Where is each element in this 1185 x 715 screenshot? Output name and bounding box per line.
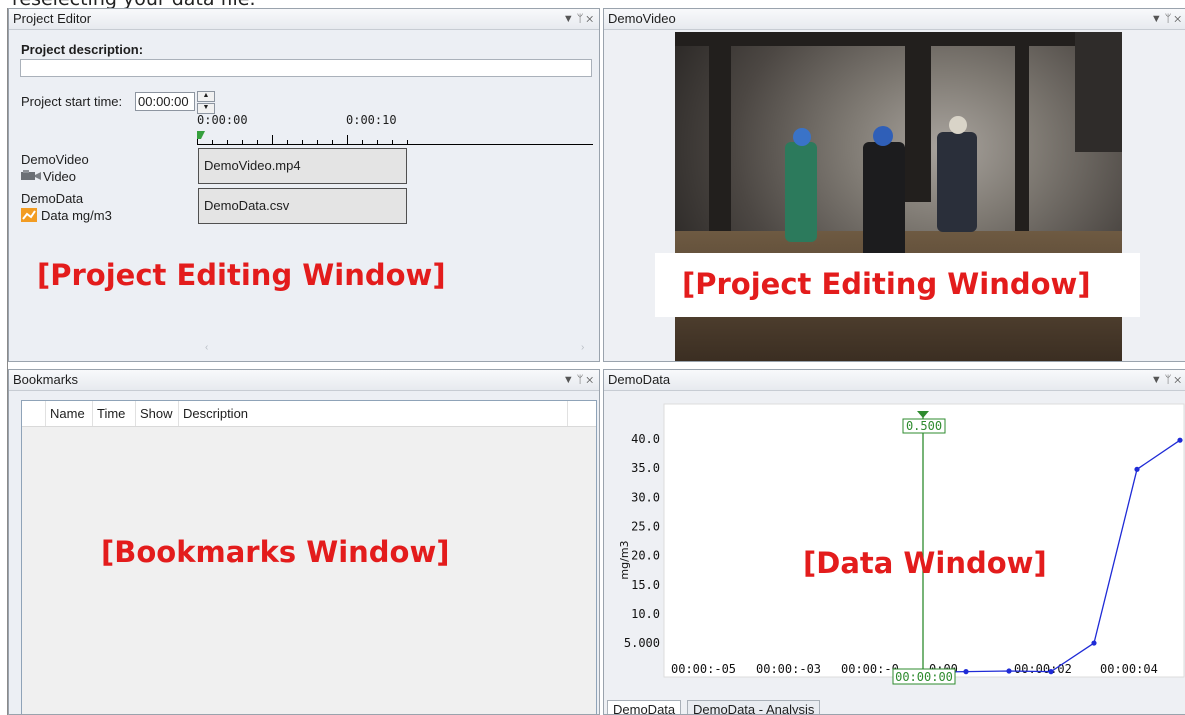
x-tick-label: 00:00:04	[1100, 662, 1158, 676]
dropdown-icon[interactable]: ▼	[563, 13, 577, 25]
cursor-time-label: 00:00:00	[895, 670, 953, 684]
col-show[interactable]: Show	[136, 401, 179, 426]
bookmarks-panel: Bookmarks ▼ᛘ✕ Name Time Show Description…	[8, 369, 600, 715]
start-time-input[interactable]: 00:00:00	[135, 92, 195, 111]
project-editor-panel: Project Editor ▼ᛘ✕ Project description: …	[8, 8, 600, 362]
data-point	[1006, 668, 1012, 674]
bookmarks-header: Bookmarks ▼ᛘ✕	[9, 370, 599, 391]
y-tick-label: 40.0	[631, 432, 660, 446]
track-type-data: Data mg/m3	[21, 208, 112, 223]
spin-up-icon[interactable]: ▲	[197, 91, 215, 102]
plot-area	[663, 403, 1185, 678]
track-name-demodata: DemoData	[21, 191, 84, 206]
data-point	[1134, 466, 1140, 472]
col-description[interactable]: Description	[179, 401, 568, 426]
video-camera-icon	[21, 170, 41, 180]
data-header: DemoData ▼ᛘ✕	[604, 370, 1185, 391]
dropdown-icon[interactable]: ▼	[563, 374, 577, 386]
data-chart-icon	[21, 208, 37, 222]
data-chart[interactable]: 40.0 35.0 30.0 25.0 20.0 15.0 10.0 5.000 mg/m3 00…	[604, 390, 1185, 700]
bookmarks-title: Bookmarks	[13, 372, 79, 387]
playhead-marker-icon[interactable]	[197, 131, 205, 139]
data-title: DemoData	[608, 372, 671, 387]
col-time[interactable]: Time	[93, 401, 136, 426]
y-tick-label: 30.0	[631, 490, 660, 504]
video-overlay-label: [Project Editing Window]	[682, 267, 1091, 301]
y-tick-label: 15.0	[631, 578, 660, 592]
y-tick-label: 25.0	[631, 519, 660, 533]
start-time-label: Project start time:	[21, 94, 123, 109]
data-tab-strip: DemoData DemoData - Analysis	[604, 700, 1185, 714]
scroll-left-icon[interactable]: ‹	[205, 342, 208, 353]
x-tick-label: 00:00:-03	[756, 662, 821, 676]
pin-icon[interactable]: ᛘ	[577, 13, 587, 25]
y-tick-label: 10.0	[631, 607, 660, 621]
project-description-input[interactable]	[20, 59, 592, 77]
video-panel: DemoVideo ▼ᛘ✕ [Project Editing Window]	[603, 8, 1185, 362]
close-icon[interactable]: ✕	[586, 374, 596, 386]
y-tick-label: 5.000	[624, 636, 660, 650]
video-header: DemoVideo ▼ᛘ✕	[604, 9, 1185, 30]
ruler-label-10s: 0:00:10	[346, 113, 397, 127]
close-icon[interactable]: ✕	[586, 13, 596, 25]
data-point	[963, 669, 969, 675]
x-tick-label: 00:00:-0	[841, 662, 899, 676]
x-tick-label: 00:00:-05	[671, 662, 736, 676]
project-editor-header: Project Editor ▼ᛘ✕	[9, 9, 599, 30]
video-title: DemoVideo	[608, 11, 676, 26]
project-editing-overlay-label: [Project Editing Window]	[37, 258, 446, 292]
track-name-demovideo: DemoVideo	[21, 152, 89, 167]
scroll-right-icon[interactable]: ›	[581, 342, 584, 353]
y-tick-label: 35.0	[631, 461, 660, 475]
data-overlay-label: [Data Window]	[803, 546, 1047, 580]
project-editor-title: Project Editor	[13, 11, 92, 26]
timeline-ruler[interactable]	[197, 129, 593, 145]
start-time-spinner[interactable]: ▲ ▼	[197, 91, 215, 114]
row-header-col	[22, 401, 46, 426]
close-icon[interactable]: ✕	[1174, 374, 1184, 386]
pin-icon[interactable]: ᛘ	[577, 374, 587, 386]
col-name[interactable]: Name	[46, 401, 93, 426]
data-point	[1048, 669, 1054, 675]
project-description-label: Project description:	[21, 42, 144, 57]
data-panel: DemoData ▼ᛘ✕ 40.0 35.0 30.0 25.0 20.0 15.0 10.…	[603, 369, 1185, 715]
data-point	[1177, 437, 1183, 443]
clip-demodata[interactable]: DemoData.csv	[198, 188, 407, 224]
tab-demodata-analysis[interactable]: DemoData - Analysis	[687, 700, 821, 714]
clip-demovideo[interactable]: DemoVideo.mp4	[198, 148, 407, 184]
y-tick-label: 20.0	[631, 549, 660, 563]
y-axis-label: mg/m3	[618, 540, 631, 579]
cursor-value-label: 0.500	[906, 419, 942, 433]
ruler-label-start: 0:00:00	[197, 113, 248, 127]
close-icon[interactable]: ✕	[1174, 13, 1184, 25]
dropdown-icon[interactable]: ▼	[1151, 13, 1165, 25]
bookmarks-table-header: Name Time Show Description	[22, 401, 596, 427]
track-type-video: Video	[21, 169, 76, 184]
data-point	[1091, 640, 1097, 646]
pin-icon[interactable]: ᛘ	[1165, 13, 1175, 25]
tab-demodata[interactable]: DemoData	[607, 700, 682, 714]
dropdown-icon[interactable]: ▼	[1151, 374, 1165, 386]
pin-icon[interactable]: ᛘ	[1165, 374, 1175, 386]
bookmarks-overlay-label: [Bookmarks Window]	[101, 535, 450, 569]
